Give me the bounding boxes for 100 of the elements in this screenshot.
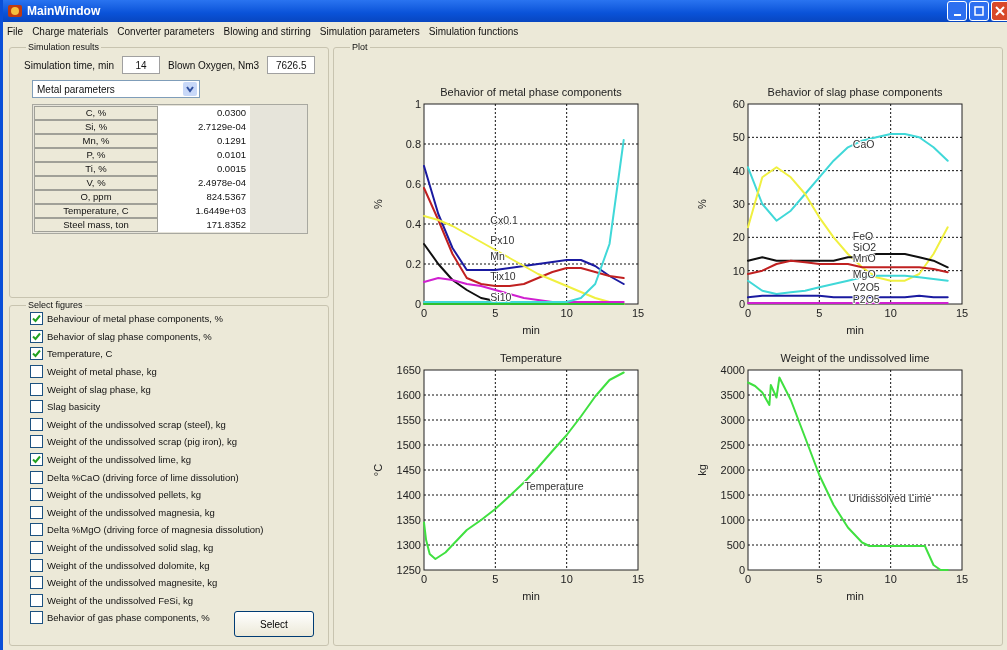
axis-label: min	[522, 324, 540, 336]
line-annotation: Cx0.1	[490, 214, 518, 226]
checkbox[interactable]	[30, 347, 43, 361]
checkbox-label[interactable]: Weight of the undissolved pellets, kg	[47, 489, 202, 501]
row-header: Mn, %	[34, 134, 158, 148]
tick-label: 1	[414, 98, 421, 110]
checkbox-label[interactable]: Weight of slag phase, kg	[47, 383, 151, 395]
checkbox-label[interactable]: Weight of the undissolved dolomite, kg	[47, 559, 210, 571]
tick-label: 1650	[396, 364, 421, 376]
tick-label: 3000	[720, 414, 745, 426]
table-cell: 0.0101	[158, 148, 250, 162]
checkbox-label[interactable]: Weight of the undissolved magnesite, kg	[47, 577, 218, 589]
tick-label: 1600	[396, 389, 421, 401]
tick-label: 15	[955, 573, 969, 585]
checkbox[interactable]	[30, 417, 43, 431]
line-annotation: FeO	[852, 230, 874, 242]
checkbox[interactable]	[30, 400, 43, 414]
select-button[interactable]: Select	[234, 611, 314, 637]
axis-label: min	[846, 324, 864, 336]
tick-label: 10	[884, 307, 897, 319]
checkbox-label[interactable]: Slag basicity	[47, 401, 101, 413]
checkbox-label[interactable]: Delta %CaO (driving force of lime dissolution)	[47, 471, 239, 483]
tick-label: 0	[738, 298, 745, 310]
group-title: Select figures	[27, 300, 84, 310]
checkbox[interactable]	[30, 558, 43, 572]
checkbox[interactable]	[30, 576, 43, 590]
tick-label: 1000	[720, 514, 745, 526]
axis-label: %	[372, 199, 384, 209]
line-annotation: CaO	[852, 138, 875, 150]
tick-label: 0	[744, 307, 752, 319]
checkbox[interactable]	[30, 435, 43, 449]
checkbox-label[interactable]: Delta %MgO (driving force of magnesia dissolution)	[47, 524, 264, 536]
checkbox-label[interactable]: Weight of the undissolved scrap (pig iron), kg	[47, 436, 237, 448]
maximize-button[interactable]	[969, 1, 989, 21]
tick-label: 1350	[396, 514, 421, 526]
checkbox[interactable]	[30, 523, 43, 537]
dropdown[interactable]: Metal parameters	[32, 80, 200, 98]
checkbox[interactable]	[30, 470, 43, 484]
checkbox-label[interactable]: Behaviour of metal phase components, %	[47, 313, 223, 325]
tick-label: 3500	[720, 389, 745, 401]
tick-label: 0	[420, 307, 428, 319]
tick-label: 0.6	[405, 178, 421, 190]
checkbox-label[interactable]: Weight of the undissolved magnesia, kg	[47, 506, 215, 518]
checkbox-label[interactable]: Weight of metal phase, kg	[47, 366, 157, 378]
tick-label: 5	[816, 573, 823, 585]
checkbox-label[interactable]: Weight of the undissolved FeSi, kg	[47, 594, 194, 606]
minimize-button[interactable]	[947, 1, 967, 21]
close-button[interactable]	[991, 1, 1007, 21]
tick-label: 50	[732, 131, 745, 144]
checkbox-label[interactable]: Temperature, C	[47, 348, 113, 360]
line-annotation: V2O5	[852, 281, 880, 293]
checkbox[interactable]	[30, 611, 43, 625]
tick-label: 1450	[396, 464, 421, 476]
line-annotation: Si10	[490, 291, 512, 303]
tick-label: 4000	[720, 364, 745, 376]
checkbox-label[interactable]: Weight of the undissolved scrap (steel), kg	[47, 418, 226, 430]
axis-label: °C	[372, 463, 384, 477]
checkbox[interactable]	[30, 382, 43, 396]
checkbox[interactable]	[30, 541, 43, 554]
app-icon	[7, 3, 23, 19]
menu-item[interactable]: File	[7, 25, 24, 37]
table-cell: 2.7129e-04	[158, 120, 250, 134]
group-title: Simulation results	[27, 42, 101, 52]
row-header: O, ppm	[34, 190, 158, 204]
close-icon	[994, 6, 1005, 16]
tick-label: 15	[631, 307, 645, 319]
menu-item[interactable]: Simulation functions	[428, 25, 519, 37]
checkbox-label[interactable]: Weight of the undissolved solid slag, kg	[47, 542, 214, 553]
checkbox[interactable]	[30, 488, 43, 502]
tick-label: 1250	[396, 564, 421, 576]
checkbox-label[interactable]: Behavior of gas phase components, %	[47, 612, 210, 624]
tick-label: 10	[884, 573, 897, 585]
tick-label: 1500	[396, 439, 421, 451]
checkbox-label[interactable]: Behavior of slag phase components, %	[47, 330, 212, 342]
row-header: C, %	[34, 106, 158, 120]
checkbox[interactable]	[30, 365, 43, 379]
menu-item[interactable]: Simulation parameters	[319, 25, 420, 37]
checkbox[interactable]	[30, 329, 43, 343]
line-annotation: Px10	[490, 234, 515, 246]
tick-label: 0	[420, 573, 428, 585]
menu-item[interactable]: Charge materials	[32, 25, 109, 37]
input-field[interactable]: 14	[122, 56, 161, 74]
input-field[interactable]: 7626.5	[267, 56, 316, 74]
checkbox[interactable]	[30, 593, 43, 607]
menu-item[interactable]: Converter parameters	[117, 25, 215, 37]
table-cell: 2.4978e-04	[158, 176, 250, 190]
tick-label: 20	[732, 231, 745, 244]
menu-item[interactable]: Blowing and stirring	[223, 25, 311, 37]
checkbox[interactable]	[30, 453, 43, 467]
table-cell: 1.6449e+03	[158, 204, 250, 218]
checkbox-label[interactable]: Weight of the undissolved lime, kg	[47, 454, 191, 466]
row-header: Temperature, C	[34, 204, 158, 218]
tick-label: 0.2	[405, 258, 421, 270]
chart-title: Weight of the undissolved lime	[780, 352, 930, 364]
checkbox[interactable]	[30, 505, 43, 519]
row-header: Ti, %	[34, 162, 158, 176]
tick-label: 5	[492, 307, 499, 319]
checkbox[interactable]	[30, 312, 43, 326]
tick-label: 10	[560, 573, 573, 585]
tick-label: 1300	[396, 539, 421, 551]
